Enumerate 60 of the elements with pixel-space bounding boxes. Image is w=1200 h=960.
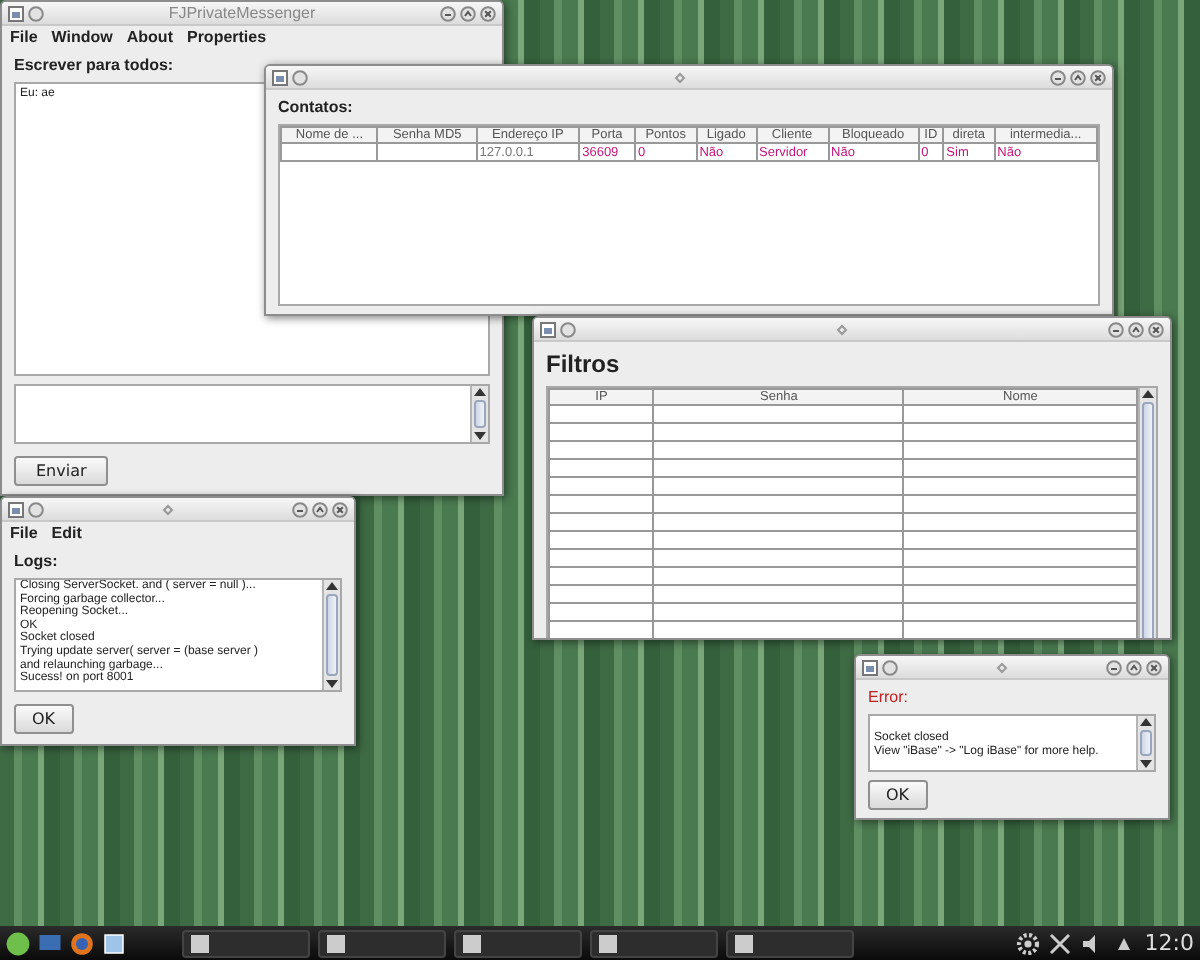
scrollbar[interactable]	[1138, 388, 1156, 638]
app-icon[interactable]	[8, 501, 24, 517]
start-menu-icon[interactable]	[6, 931, 30, 955]
menu-item[interactable]: About	[126, 28, 173, 46]
menu-item[interactable]: Window	[51, 28, 113, 46]
window-title: FJPrivateMessenger	[166, 4, 318, 22]
minimize-icon[interactable]	[1050, 69, 1066, 85]
maximize-icon[interactable]	[1128, 321, 1144, 337]
app-icon[interactable]	[862, 659, 878, 675]
taskbar-button[interactable]	[454, 929, 582, 957]
title-icon	[160, 501, 176, 517]
app-icon[interactable]	[272, 69, 288, 85]
ok-button[interactable]: OK	[868, 780, 928, 810]
close-icon[interactable]	[480, 5, 496, 21]
minimize-icon[interactable]	[1108, 321, 1124, 337]
maximize-icon[interactable]	[1070, 69, 1086, 85]
close-icon[interactable]	[1148, 321, 1164, 337]
app-icon[interactable]	[540, 321, 556, 337]
window-icon	[732, 931, 756, 955]
taskbar-button[interactable]	[590, 929, 718, 957]
taskbar-button[interactable]	[318, 929, 446, 957]
minimize-icon[interactable]	[292, 501, 308, 517]
calendar-icon[interactable]	[102, 931, 126, 955]
window-icon	[324, 931, 348, 955]
window-icon	[188, 931, 212, 955]
taskbar-button[interactable]	[182, 929, 310, 957]
scrollbar[interactable]	[322, 580, 340, 690]
maximize-icon[interactable]	[460, 5, 476, 21]
clock: 12:0	[1144, 930, 1194, 956]
scrollbar[interactable]	[470, 386, 488, 442]
maximize-icon[interactable]	[1126, 659, 1142, 675]
ok-button[interactable]: OK	[14, 704, 74, 734]
gear-icon[interactable]	[1016, 931, 1041, 955]
title-icon	[994, 659, 1010, 675]
close-icon[interactable]	[1146, 659, 1162, 675]
window-icon	[596, 931, 620, 955]
close-icon[interactable]	[1090, 69, 1106, 85]
minimize-icon[interactable]	[440, 5, 456, 21]
section-label: Contatos:	[278, 98, 355, 116]
menu-item[interactable]: File	[10, 28, 38, 46]
send-button[interactable]: Enviar	[14, 456, 109, 486]
monitor-icon[interactable]	[38, 931, 62, 955]
title-icon	[834, 321, 850, 337]
scrollbar[interactable]	[1136, 716, 1154, 770]
section-label: Error:	[868, 688, 910, 706]
title-icon	[671, 69, 687, 85]
section-label: Logs:	[14, 552, 60, 570]
section-label: Escrever para todos:	[14, 56, 176, 74]
message-input[interactable]	[14, 384, 490, 444]
maximize-icon[interactable]	[312, 501, 328, 517]
window-icon	[460, 931, 484, 955]
panel-heading: Filtros	[546, 350, 622, 378]
app-icon[interactable]	[8, 5, 24, 21]
taskbar-button[interactable]	[726, 929, 854, 957]
close-icon[interactable]	[332, 501, 348, 517]
menu-item[interactable]: Properties	[186, 28, 267, 46]
browser-icon[interactable]	[70, 931, 94, 955]
menu-item[interactable]: File	[10, 524, 38, 542]
menu-item[interactable]: Edit	[51, 524, 82, 542]
minimize-icon[interactable]	[1106, 659, 1122, 675]
